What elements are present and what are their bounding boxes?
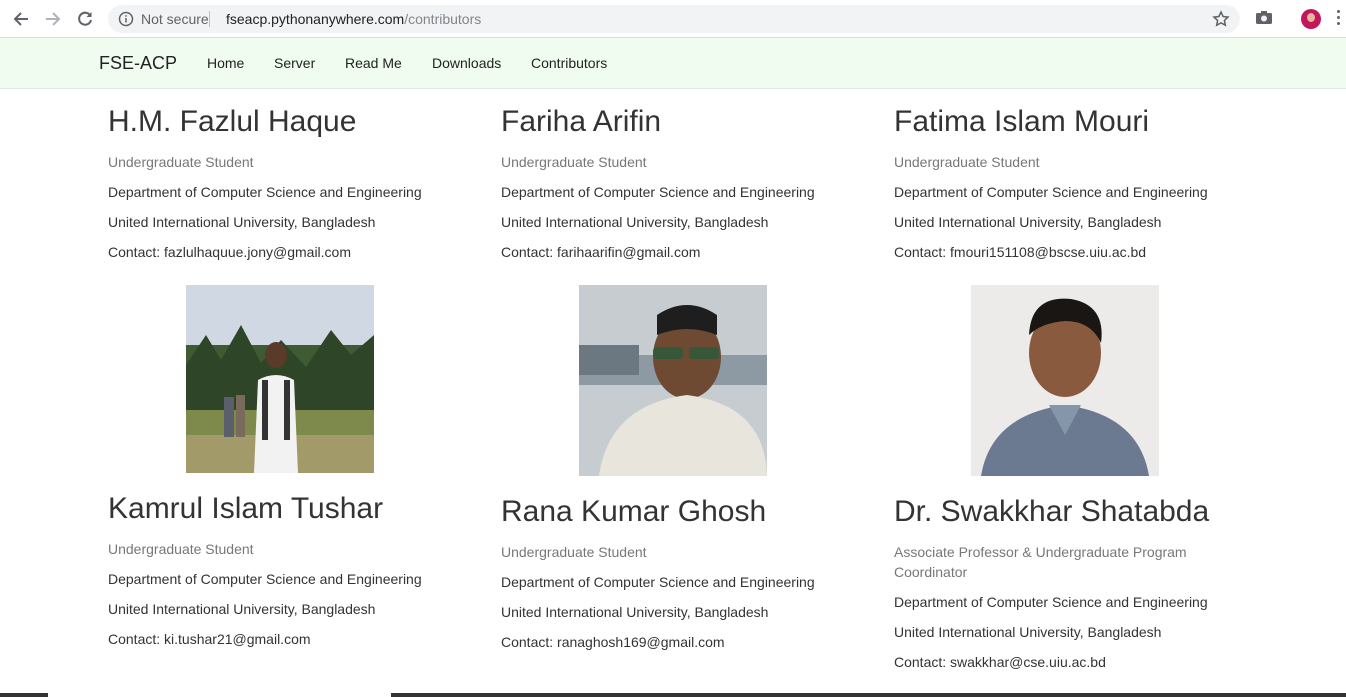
contributor-department: Department of Computer Science and Engin… bbox=[894, 594, 1208, 610]
star-icon[interactable] bbox=[1212, 10, 1230, 28]
contributor-photo bbox=[579, 285, 767, 476]
contributor-department: Department of Computer Science and Engin… bbox=[501, 574, 815, 590]
site-navbar: FSE-ACP Home Server Read Me Downloads Co… bbox=[0, 38, 1346, 89]
nav-readme[interactable]: Read Me bbox=[345, 55, 402, 71]
contributor-card: Fatima Islam Mouri Undergraduate Student… bbox=[894, 105, 1264, 262]
camera-icon[interactable] bbox=[1255, 10, 1273, 26]
nav-downloads[interactable]: Downloads bbox=[432, 55, 501, 71]
url-text[interactable]: fseacp.pythonanywhere.com/contributors bbox=[226, 11, 481, 27]
contributor-role: Undergraduate Student bbox=[894, 154, 1040, 170]
security-status[interactable]: Not secure bbox=[141, 11, 209, 27]
contributor-name: H.M. Fazlul Haque bbox=[108, 105, 357, 138]
contributor-name: Fariha Arifin bbox=[501, 105, 662, 138]
contributor-university: United International University, Banglad… bbox=[501, 604, 769, 620]
reload-button[interactable] bbox=[74, 8, 96, 30]
contributor-contact: Contact: ranaghosh169@gmail.com bbox=[501, 634, 725, 650]
contributor-contact: Contact: fazlulhaquue.jony@gmail.com bbox=[108, 244, 352, 260]
contributor-card: Fariha Arifin Undergraduate Student Depa… bbox=[501, 105, 871, 262]
contributor-role: Undergraduate Student bbox=[501, 154, 647, 170]
contributor-name: Kamrul Islam Tushar bbox=[108, 492, 384, 525]
profile-avatar[interactable] bbox=[1301, 9, 1321, 29]
contributor-university: United International University, Banglad… bbox=[501, 214, 769, 230]
taskbar-edge bbox=[0, 693, 1346, 697]
contributor-department: Department of Computer Science and Engin… bbox=[108, 571, 422, 587]
address-separator bbox=[209, 11, 210, 27]
nav-server[interactable]: Server bbox=[274, 55, 315, 71]
contributor-photo bbox=[971, 285, 1159, 476]
contributor-role: Undergraduate Student bbox=[108, 541, 254, 557]
contributor-contact: Contact: swakkhar@cse.uiu.ac.bd bbox=[894, 654, 1106, 670]
contributor-card: Rana Kumar Ghosh Undergraduate Student D… bbox=[501, 495, 871, 652]
contributor-role: Undergraduate Student bbox=[501, 544, 647, 560]
arrow-right-icon bbox=[46, 12, 61, 26]
url-path: /contributors bbox=[404, 11, 482, 27]
contributor-name: Dr. Swakkhar Shatabda bbox=[894, 495, 1210, 528]
contributor-contact: Contact: fmouri151108@bscse.uiu.ac.bd bbox=[894, 244, 1147, 260]
nav-contributors[interactable]: Contributors bbox=[531, 55, 607, 71]
contributor-contact: Contact: farihaarifin@gmail.com bbox=[501, 244, 701, 260]
url-host: fseacp.pythonanywhere.com bbox=[226, 11, 405, 27]
contributor-university: United International University, Banglad… bbox=[108, 214, 376, 230]
contributor-card: Dr. Swakkhar Shatabda Associate Professo… bbox=[894, 495, 1224, 672]
avatar-face bbox=[1307, 13, 1315, 22]
contributor-university: United International University, Banglad… bbox=[894, 624, 1162, 640]
contributor-role: Associate Professor & Undergraduate Prog… bbox=[894, 544, 1187, 580]
kebab-menu-icon[interactable] bbox=[1337, 10, 1341, 28]
address-bar[interactable]: Not secure fseacp.pythonanywhere.com/con… bbox=[108, 5, 1240, 33]
browser-toolbar: Not secure fseacp.pythonanywhere.com/con… bbox=[0, 0, 1346, 38]
reload-icon bbox=[78, 11, 92, 26]
contributor-department: Department of Computer Science and Engin… bbox=[501, 184, 815, 200]
contributor-department: Department of Computer Science and Engin… bbox=[108, 184, 422, 200]
brand-link[interactable]: FSE-ACP bbox=[99, 53, 177, 74]
info-icon[interactable] bbox=[118, 11, 134, 27]
contributor-university: United International University, Banglad… bbox=[108, 601, 376, 617]
contributor-name: Fatima Islam Mouri bbox=[894, 105, 1150, 138]
contributor-role: Undergraduate Student bbox=[108, 154, 254, 170]
contributor-name: Rana Kumar Ghosh bbox=[501, 495, 767, 528]
back-button[interactable] bbox=[10, 8, 32, 30]
contributor-contact: Contact: ki.tushar21@gmail.com bbox=[108, 631, 311, 647]
arrow-left-icon bbox=[13, 12, 28, 26]
contributor-department: Department of Computer Science and Engin… bbox=[894, 184, 1208, 200]
forward-button[interactable] bbox=[42, 8, 64, 30]
contributor-photo bbox=[186, 285, 374, 473]
contributor-card: H.M. Fazlul Haque Undergraduate Student … bbox=[108, 105, 478, 262]
nav-home[interactable]: Home bbox=[207, 55, 244, 71]
contributor-university: United International University, Banglad… bbox=[894, 214, 1162, 230]
contributor-card: Kamrul Islam Tushar Undergraduate Studen… bbox=[108, 492, 478, 649]
